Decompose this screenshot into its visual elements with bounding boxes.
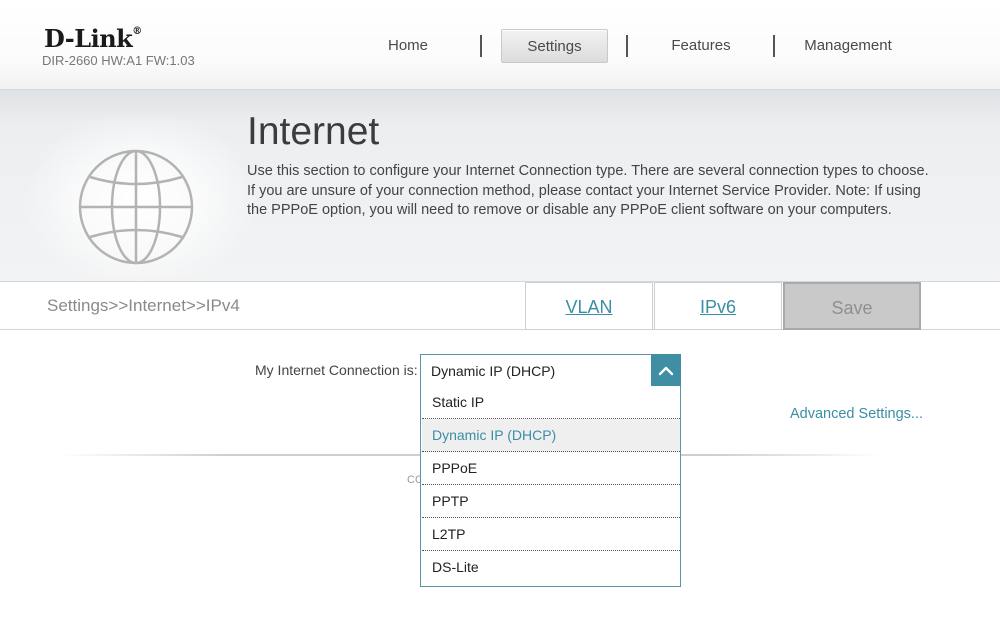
connection-type-value: Dynamic IP (DHCP): [431, 363, 556, 379]
connection-type-label: My Internet Connection is:: [255, 362, 418, 378]
option-ds-lite[interactable]: DS-Lite: [422, 551, 680, 584]
save-button[interactable]: Save: [783, 282, 921, 330]
page-description: Use this section to configure your Inter…: [247, 163, 929, 218]
connection-type-select[interactable]: Dynamic IP (DHCP): [420, 354, 681, 387]
page-banner: Internet Use this section to configure y…: [0, 90, 1000, 290]
option-l2tp[interactable]: L2TP: [422, 518, 680, 551]
breadcrumb: Settings>>Internet>>IPv4: [47, 296, 240, 315]
nav-management[interactable]: Management: [790, 29, 906, 63]
nav-separator: [480, 35, 482, 57]
option-pptp[interactable]: PPTP: [422, 485, 680, 518]
advanced-settings-link[interactable]: Advanced Settings...: [790, 406, 923, 422]
nav-features[interactable]: Features: [646, 29, 756, 63]
tab-ipv6[interactable]: IPv6: [654, 282, 782, 330]
breadcrumb-bar: Settings>>Internet>>IPv4 VLAN IPv6 Save: [0, 281, 1000, 330]
tab-vlan[interactable]: VLAN: [525, 282, 653, 330]
connection-type-dropdown: Static IP Dynamic IP (DHCP) PPPoE PPTP L…: [420, 386, 681, 587]
option-static-ip[interactable]: Static IP: [422, 386, 680, 419]
option-pppoe[interactable]: PPPoE: [422, 452, 680, 485]
dlink-logo: D-Link®: [44, 24, 142, 53]
globe-icon: [78, 149, 194, 265]
nav-separator: [626, 35, 628, 57]
chevron-up-icon[interactable]: [651, 354, 681, 387]
option-dynamic-ip[interactable]: Dynamic IP (DHCP): [422, 419, 680, 452]
nav-home[interactable]: Home: [360, 29, 456, 63]
nav-separator: [773, 35, 775, 57]
page-title: Internet: [247, 110, 380, 153]
model-info: DIR-2660 HW:A1 FW:1.03: [42, 53, 195, 68]
top-header: D-Link® DIR-2660 HW:A1 FW:1.03 Home Sett…: [0, 0, 1000, 90]
nav-settings[interactable]: Settings: [501, 29, 608, 63]
